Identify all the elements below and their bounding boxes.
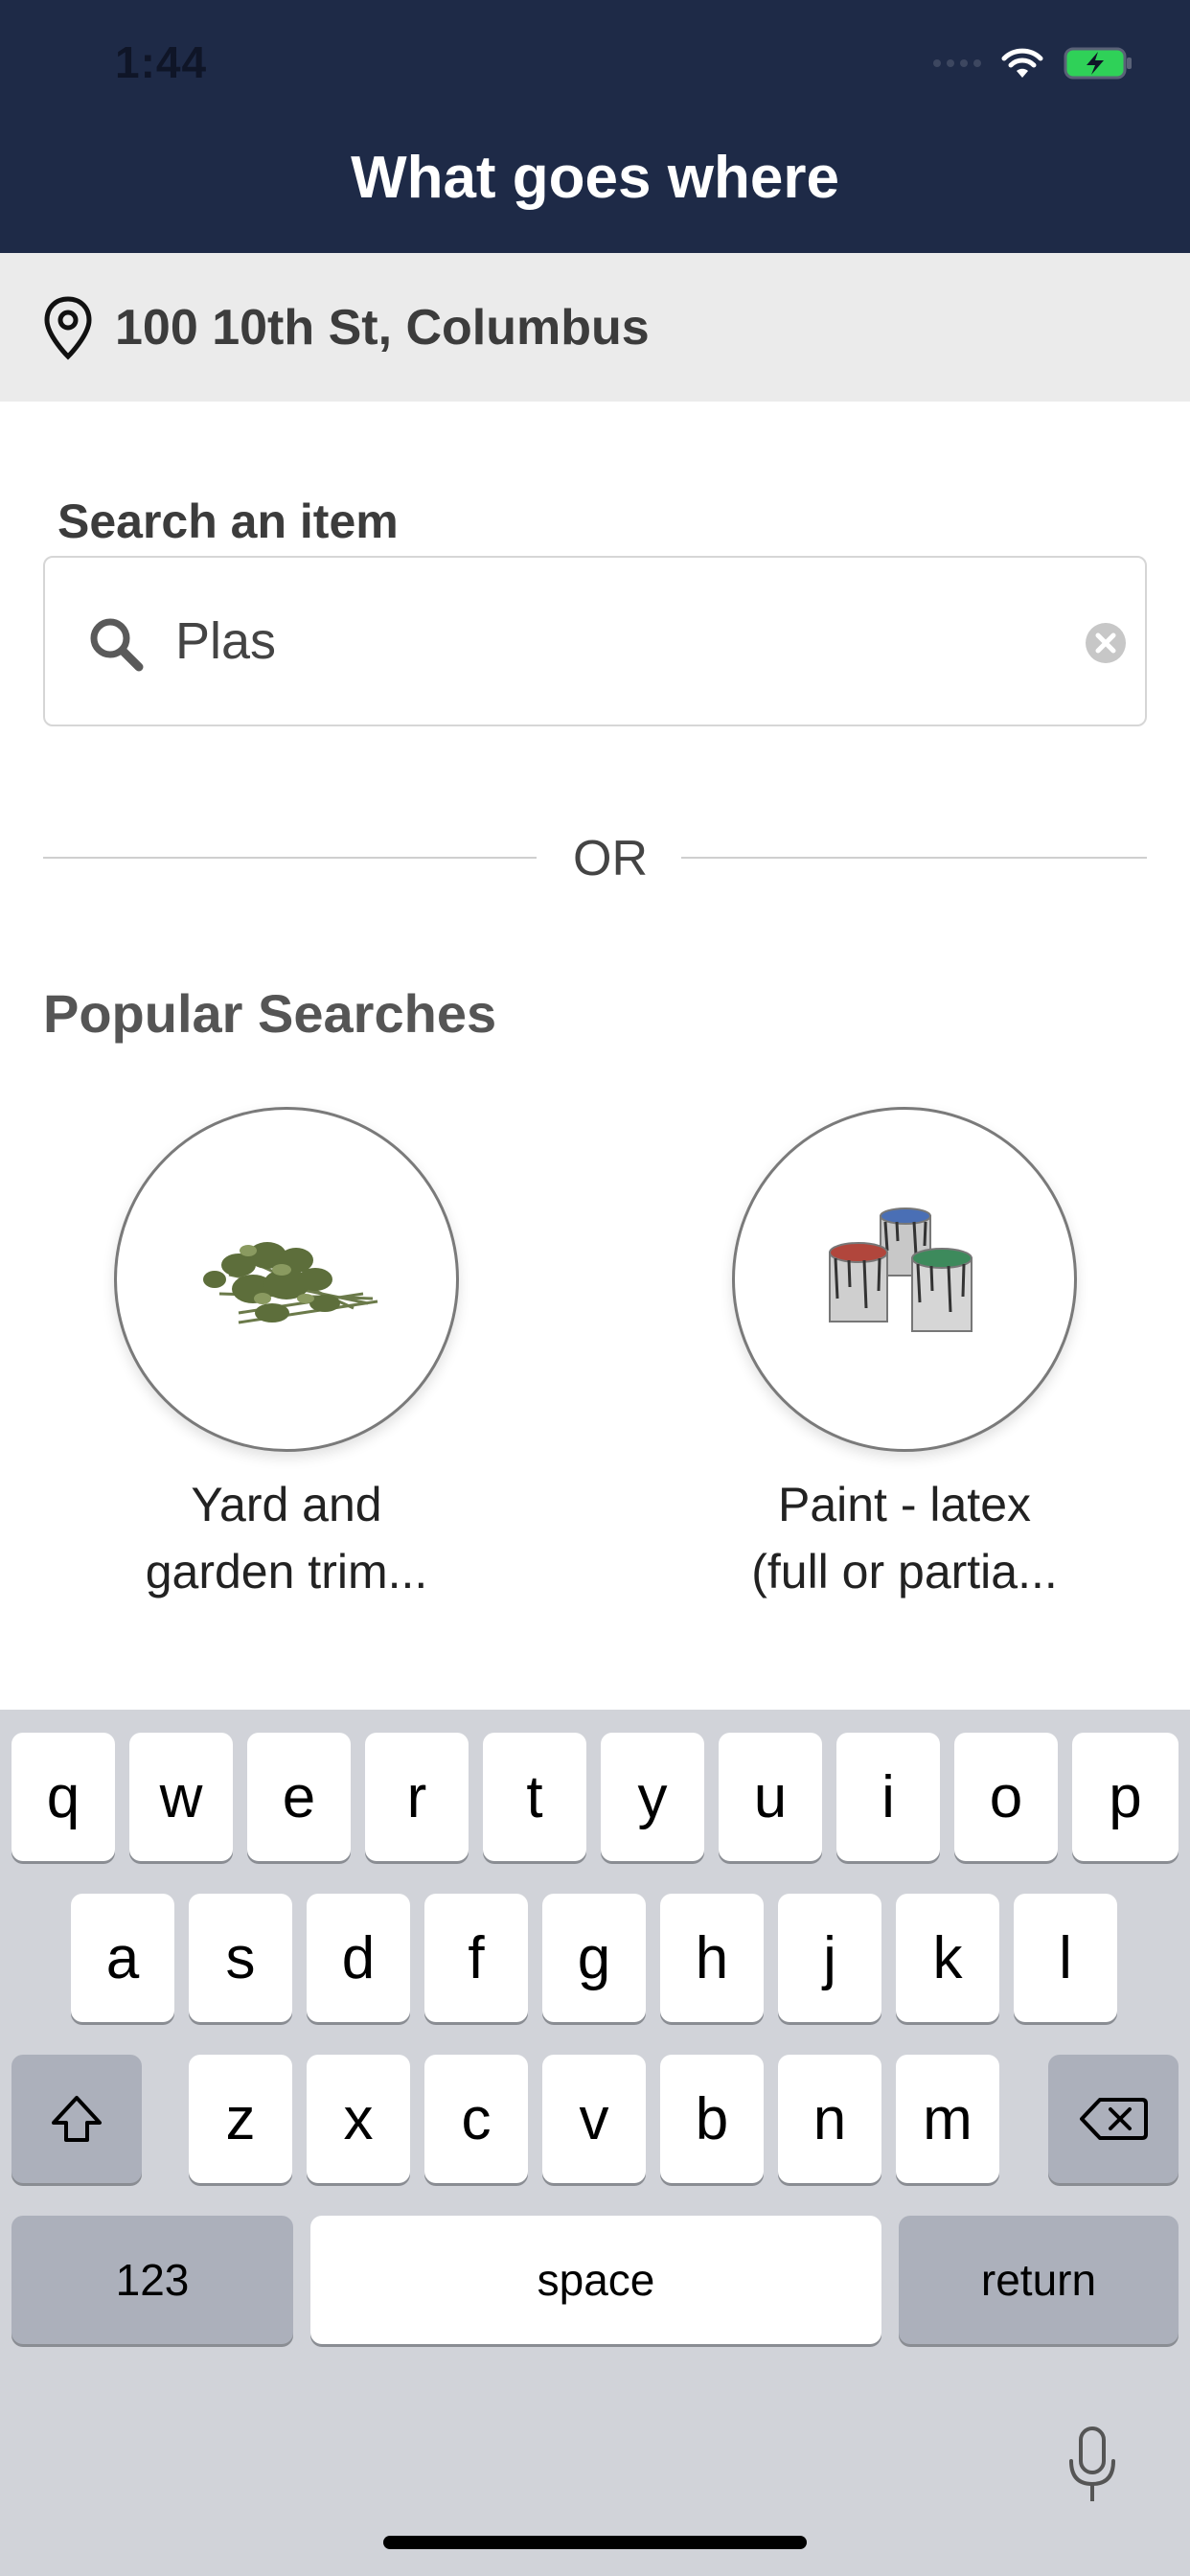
onscreen-keyboard: q w e r t y u i o p a s d f g h j k l z … (0, 1710, 1190, 2576)
key-q[interactable]: q (11, 1733, 115, 1861)
key-o[interactable]: o (954, 1733, 1058, 1861)
cellular-signal-icon (933, 59, 981, 67)
status-icons (933, 42, 1133, 84)
key-w[interactable]: w (129, 1733, 233, 1861)
search-field[interactable] (43, 556, 1147, 726)
key-x[interactable]: x (307, 2055, 410, 2183)
popular-item-image (732, 1107, 1077, 1452)
location-bar[interactable]: 100 10th St, Columbus (0, 253, 1190, 402)
key-k[interactable]: k (896, 1894, 999, 2022)
space-key[interactable]: space (310, 2216, 881, 2344)
microphone-button[interactable] (1064, 2425, 1121, 2507)
label-line: (full or partia... (751, 1545, 1058, 1598)
popular-item-paint-latex[interactable]: Paint - latex (full or partia... (703, 1107, 1106, 1605)
key-l[interactable]: l (1014, 1894, 1117, 2022)
paint-cans-image (829, 1208, 973, 1332)
key-y[interactable]: y (601, 1733, 704, 1861)
search-icon (87, 615, 145, 678)
app-header: 1:44 What goes where (0, 0, 1190, 253)
backspace-icon (1080, 2098, 1148, 2140)
label-line: garden trim... (145, 1545, 428, 1598)
key-u[interactable]: u (719, 1733, 822, 1861)
popular-searches-title: Popular Searches (43, 983, 497, 1044)
app-screen: 1:44 What goes where 100 10th St, Columb… (0, 0, 1190, 2576)
key-i[interactable]: i (836, 1733, 940, 1861)
label-line: Yard and (191, 1478, 382, 1531)
popular-item-yard-trimmings[interactable]: Yard and garden trim... (85, 1107, 488, 1605)
home-indicator[interactable] (383, 2536, 807, 2549)
key-a[interactable]: a (71, 1894, 174, 2022)
numbers-key[interactable]: 123 (11, 2216, 293, 2344)
clear-icon[interactable] (1084, 621, 1128, 670)
key-f[interactable]: f (424, 1894, 528, 2022)
search-input[interactable] (175, 611, 1018, 671)
key-m[interactable]: m (896, 2055, 999, 2183)
return-key[interactable]: return (899, 2216, 1179, 2344)
divider-line (681, 857, 1147, 859)
shift-key[interactable] (11, 2055, 142, 2183)
status-time: 1:44 (115, 37, 208, 87)
page-title: What goes where (351, 145, 839, 211)
key-v[interactable]: v (542, 2055, 646, 2183)
key-p[interactable]: p (1072, 1733, 1179, 1861)
popular-item-label: Yard and garden trim... (85, 1471, 488, 1605)
key-e[interactable]: e (247, 1733, 351, 1861)
key-c[interactable]: c (424, 2055, 528, 2183)
label-line: Paint - latex (777, 1478, 1031, 1531)
popular-item-image (114, 1107, 459, 1452)
key-n[interactable]: n (778, 2055, 881, 2183)
divider-line (43, 857, 537, 859)
key-g[interactable]: g (542, 1894, 646, 2022)
battery-charging-icon (1064, 47, 1132, 80)
wifi-icon (1001, 48, 1043, 78)
popular-item-label: Paint - latex (full or partia... (703, 1471, 1106, 1605)
key-s[interactable]: s (189, 1894, 292, 2022)
location-pin-icon (44, 295, 92, 360)
key-d[interactable]: d (307, 1894, 410, 2022)
search-label: Search an item (57, 494, 399, 548)
key-r[interactable]: r (365, 1733, 469, 1861)
or-text: OR (573, 831, 648, 886)
key-h[interactable]: h (660, 1894, 764, 2022)
key-t[interactable]: t (483, 1733, 586, 1861)
microphone-icon (1069, 2426, 1115, 2501)
or-divider: OR (43, 824, 1147, 891)
key-z[interactable]: z (189, 2055, 292, 2183)
key-j[interactable]: j (778, 1894, 881, 2022)
yard-trimmings-image (203, 1242, 378, 1324)
backspace-key[interactable] (1048, 2055, 1179, 2183)
key-b[interactable]: b (660, 2055, 764, 2183)
shift-icon (52, 2096, 102, 2142)
location-address: 100 10th St, Columbus (115, 299, 650, 356)
